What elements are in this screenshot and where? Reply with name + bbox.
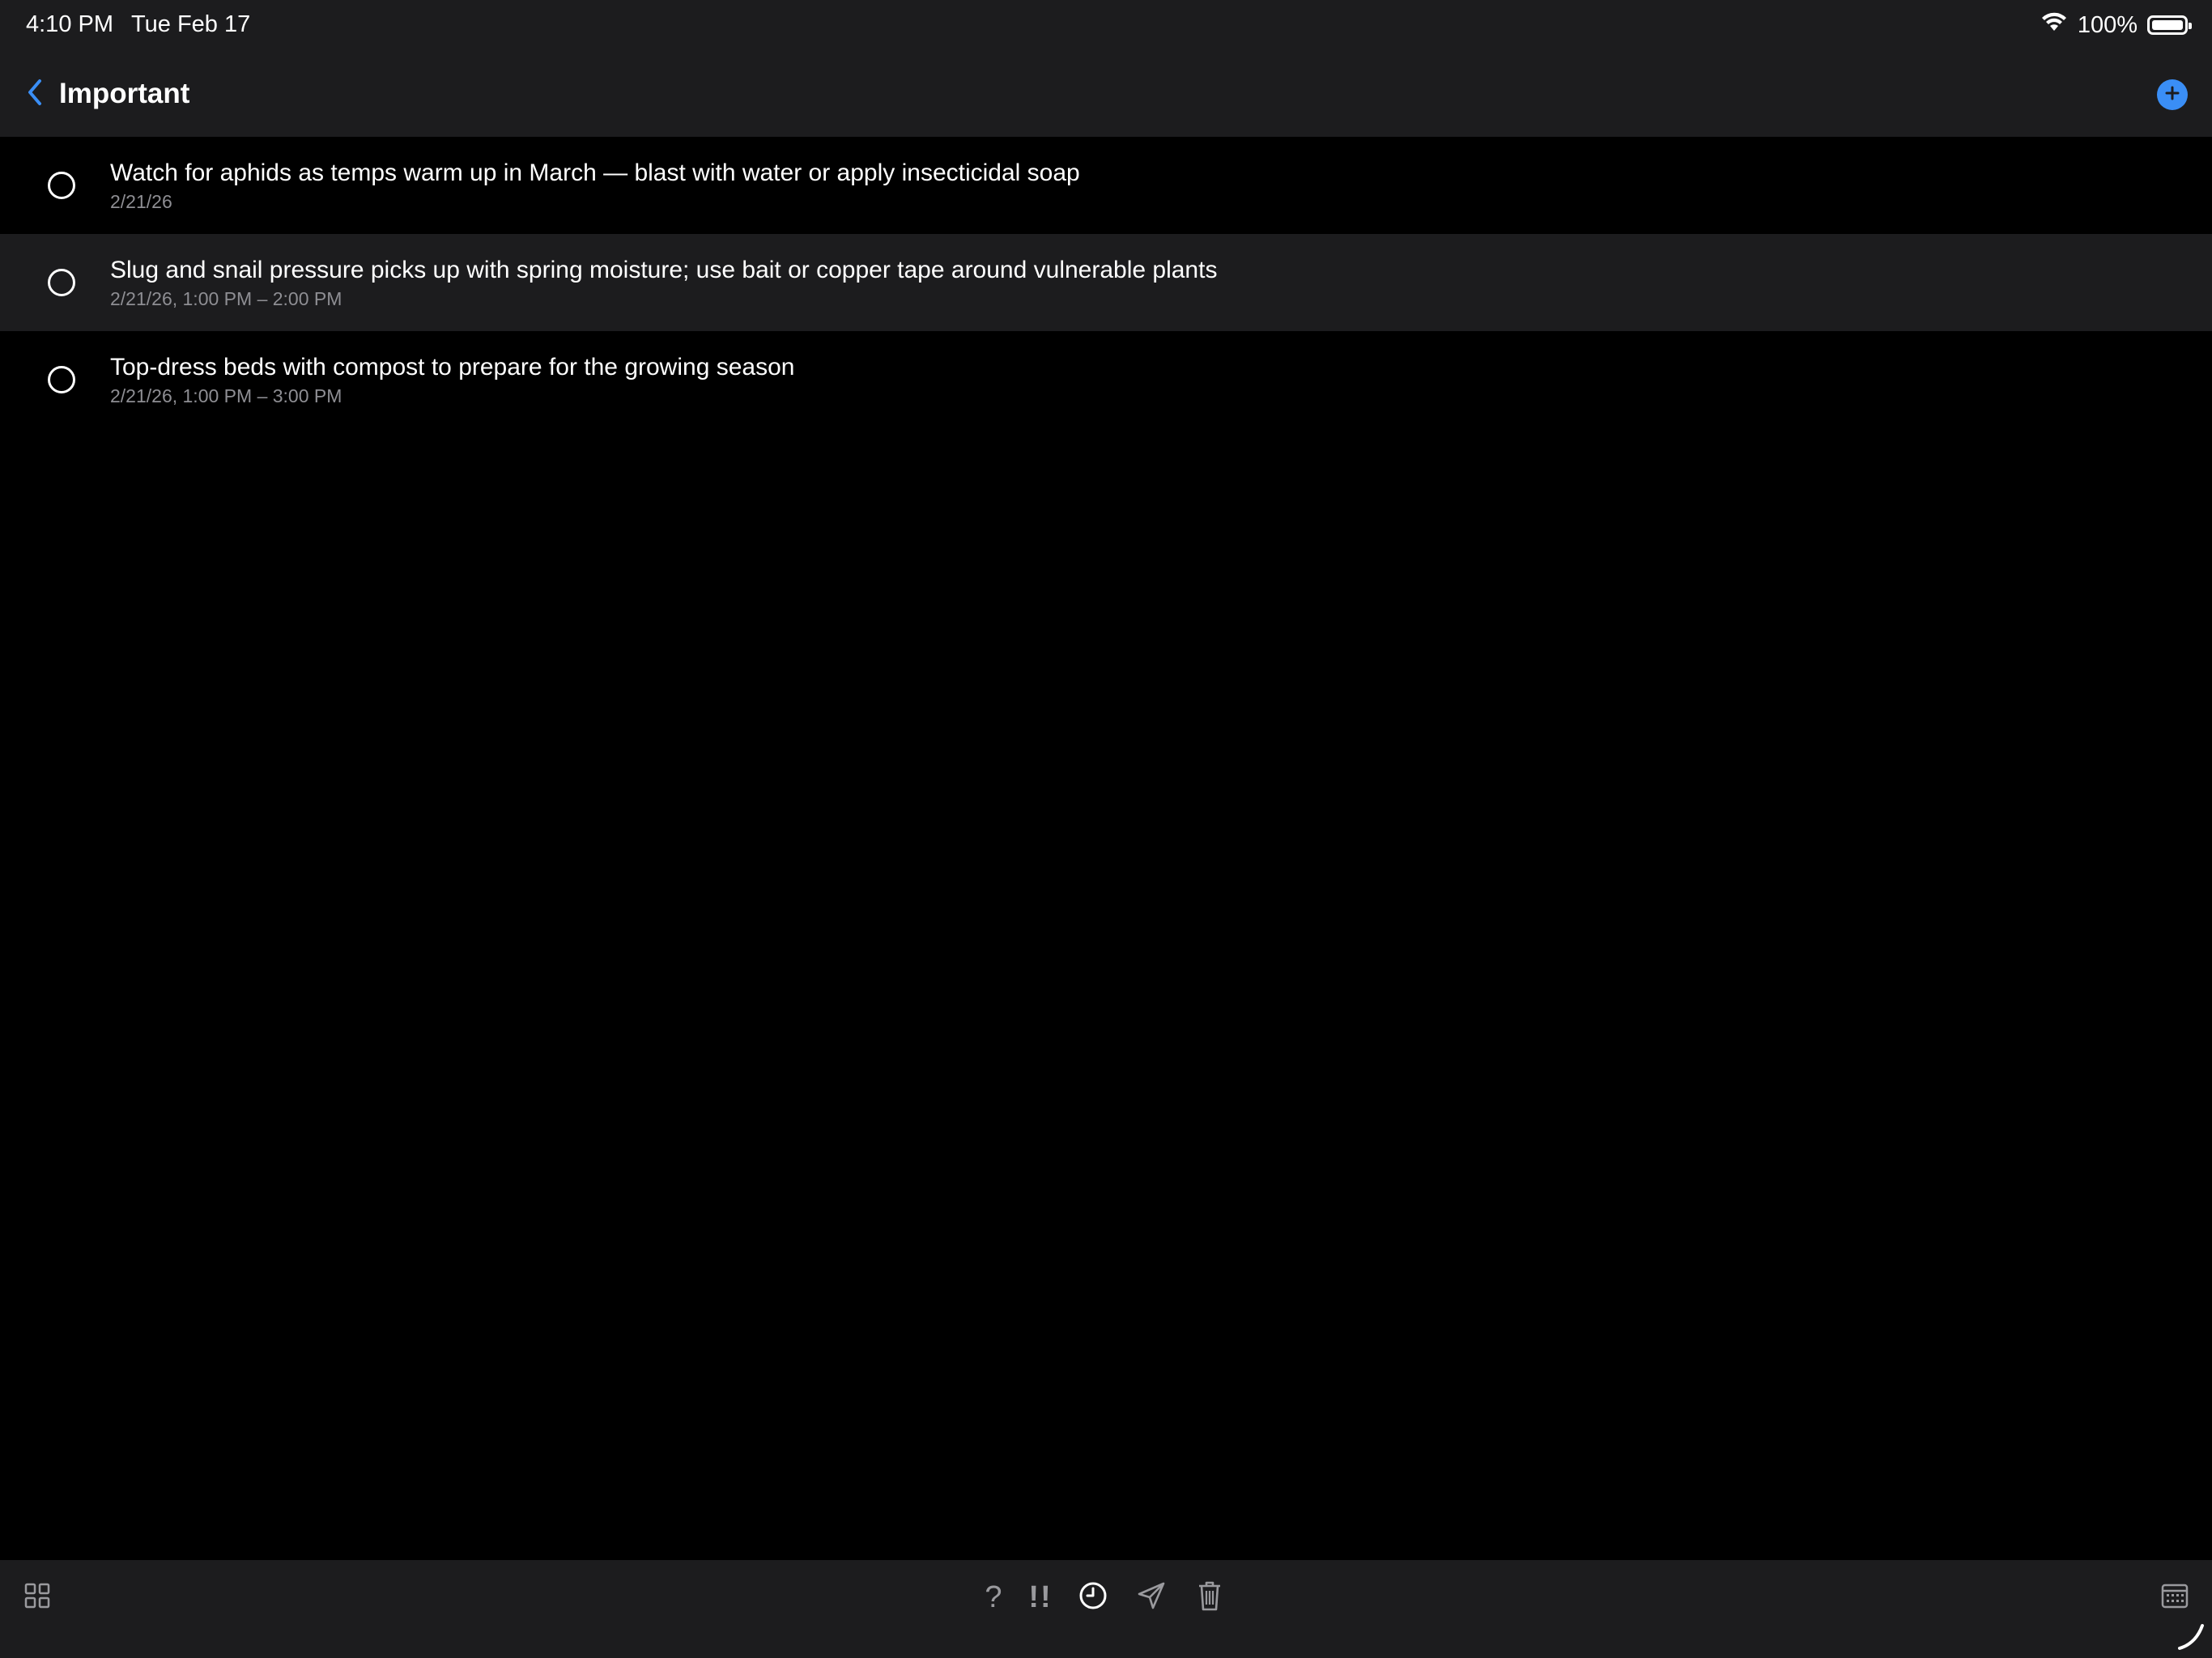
wifi-icon [2040, 11, 2068, 39]
delete-button[interactable] [1195, 1578, 1224, 1617]
grid-icon [24, 1583, 50, 1613]
page-title: Important [59, 78, 190, 109]
task-date: 2/21/26, 1:00 PM – 3:00 PM [110, 385, 342, 406]
plus-icon [2164, 85, 2180, 105]
status-left: 4:10 PM Tue Feb 17 [26, 11, 250, 38]
clock-icon [1078, 1581, 1108, 1614]
send-button[interactable] [1135, 1578, 1168, 1617]
battery-icon [2147, 15, 2192, 35]
task-title: Slug and snail pressure picks up with sp… [110, 257, 1218, 283]
grid-view-button[interactable] [21, 1578, 53, 1617]
question-button[interactable]: ? [980, 1578, 1007, 1617]
priority-label: !! [1028, 1579, 1053, 1614]
task-row[interactable]: Watch for aphids as temps warm up in Mar… [0, 137, 2212, 234]
battery-percent: 100% [2077, 11, 2138, 38]
status-date: Tue Feb 17 [131, 11, 251, 37]
back-button[interactable] [23, 76, 47, 112]
schedule-button[interactable] [1077, 1578, 1109, 1617]
priority-button[interactable]: !! [1027, 1578, 1054, 1617]
question-label: ? [985, 1579, 1002, 1614]
task-list: Watch for aphids as temps warm up in Mar… [0, 137, 2212, 428]
task-date: 2/21/26, 1:00 PM – 2:00 PM [110, 288, 342, 309]
task-checkbox[interactable] [48, 172, 75, 199]
status-time: 4:10 PM [26, 11, 113, 37]
status-bar: 4:10 PM Tue Feb 17 100% [0, 0, 2212, 52]
task-title: Top-dress beds with compost to prepare f… [110, 354, 795, 380]
nav-bar: Important [0, 52, 2212, 137]
task-row[interactable]: Top-dress beds with compost to prepare f… [0, 331, 2212, 428]
chevron-left-icon [27, 79, 43, 110]
task-title: Watch for aphids as temps warm up in Mar… [110, 159, 1080, 186]
status-right: 100% [2040, 11, 2192, 39]
calendar-icon [2161, 1582, 2189, 1613]
bottom-toolbar: ? !! [0, 1560, 2212, 1658]
task-row[interactable]: Slug and snail pressure picks up with sp… [0, 234, 2212, 331]
task-checkbox[interactable] [48, 366, 75, 393]
task-checkbox[interactable] [48, 269, 75, 296]
trash-icon [1197, 1579, 1223, 1616]
send-icon [1136, 1580, 1167, 1615]
corner-indicator-icon [2175, 1619, 2207, 1652]
add-task-button[interactable] [2157, 79, 2188, 110]
calendar-button[interactable] [2160, 1578, 2189, 1617]
task-date: 2/21/26 [110, 191, 172, 212]
